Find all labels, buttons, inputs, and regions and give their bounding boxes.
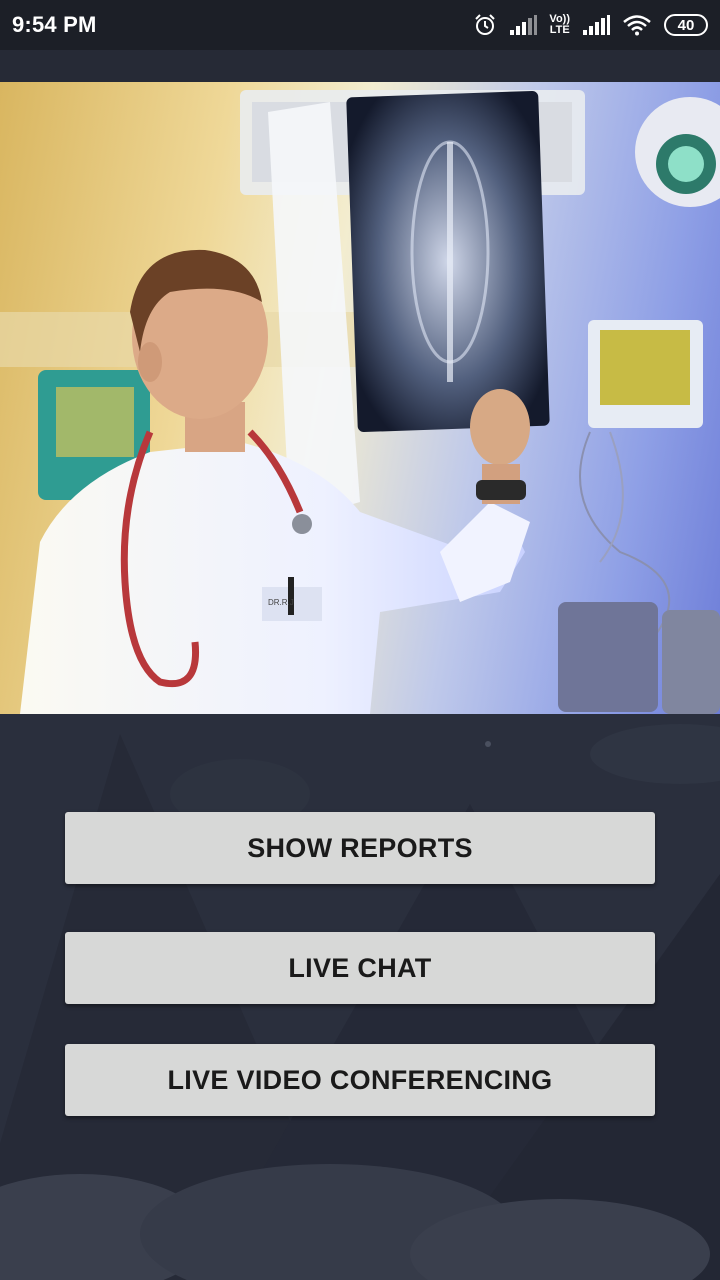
live-chat-button[interactable]: LIVE CHAT (65, 932, 655, 1004)
battery-icon: 40 (664, 14, 708, 36)
status-icons: Vo)) LTE 40 (473, 13, 708, 37)
alarm-icon (473, 13, 497, 37)
live-video-conferencing-button[interactable]: LIVE VIDEO CONFERENCING (65, 1044, 655, 1116)
doctor-xray-illustration (0, 90, 720, 714)
volte-icon: Vo)) LTE (549, 14, 570, 36)
signal-icon-2 (582, 14, 610, 36)
signal-icon (509, 14, 538, 36)
lte-label: LTE (549, 24, 570, 36)
battery-level: 40 (677, 16, 695, 34)
top-band (0, 50, 720, 82)
hero-image: DR.R.J (0, 82, 720, 714)
show-reports-button[interactable]: SHOW REPORTS (65, 812, 655, 884)
status-time: 9:54 PM (12, 12, 97, 37)
doctor-badge-text: DR.R.J (268, 598, 294, 607)
wifi-icon (622, 14, 652, 36)
status-bar: 9:54 PM Vo)) LTE 40 (0, 0, 720, 50)
